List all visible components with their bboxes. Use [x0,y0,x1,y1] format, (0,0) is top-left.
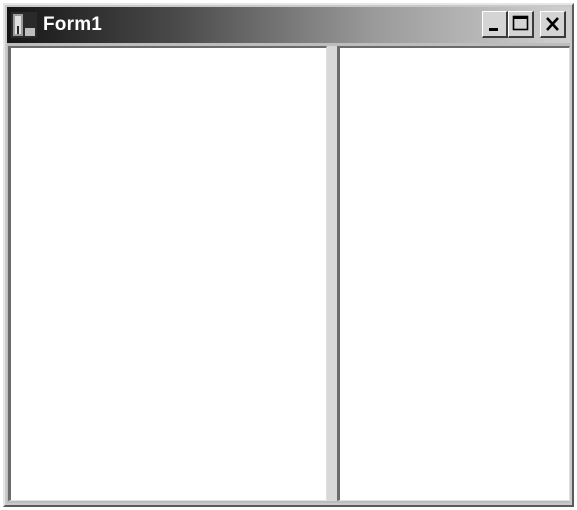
client-area [7,43,570,503]
title-bar[interactable]: Form1 [7,7,570,43]
form-window: Form1 [3,3,574,507]
maximize-icon [512,15,529,31]
maximize-button[interactable] [508,11,534,38]
window-title: Form1 [43,14,103,35]
left-panel[interactable] [8,46,327,501]
form-app-icon[interactable] [11,12,37,38]
close-icon [546,17,559,31]
splitter[interactable] [327,46,337,501]
minimize-icon [489,28,498,31]
minimize-button[interactable] [482,11,508,38]
right-panel[interactable] [337,46,570,501]
close-button[interactable] [540,11,566,38]
